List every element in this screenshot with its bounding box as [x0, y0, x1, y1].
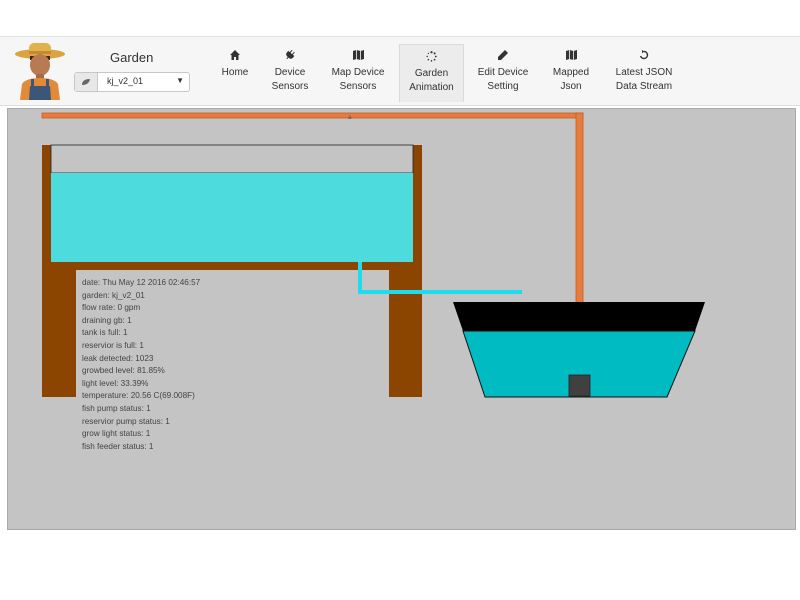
- status-line: date: Thu May 12 2016 02:46:57: [82, 278, 201, 287]
- growbed-right-leg: [413, 145, 422, 270]
- status-line: flow rate: 0 gpm: [82, 303, 141, 313]
- status-line: grow light status: 1: [82, 429, 151, 439]
- stand-right-leg: [389, 270, 422, 397]
- stand-left-leg: [42, 270, 76, 397]
- status-line: reservior is full: 1: [82, 340, 144, 350]
- status-line: fish feeder status: 1: [82, 441, 154, 451]
- tank-top: [453, 302, 705, 331]
- status-line: temperature: 20.56 C(69.008F): [82, 391, 195, 401]
- growbed-left-leg: [42, 145, 51, 270]
- growbed-bottom: [42, 262, 422, 270]
- status-readout: date: Thu May 12 2016 02:46:57 garden: k…: [82, 277, 200, 453]
- status-line: tank is full: 1: [82, 328, 128, 338]
- status-line: garden: kj_v2_01: [82, 290, 145, 300]
- status-line: draining gb: 1: [82, 315, 132, 325]
- growbed-water: [51, 173, 413, 262]
- status-line: growbed level: 81.85%: [82, 366, 165, 376]
- growbed-empty: [50, 144, 414, 174]
- status-line: leak detected: 1023: [82, 353, 154, 363]
- pump-icon: [568, 374, 591, 397]
- top-pipe: [41, 112, 584, 119]
- status-line: fish pump status: 1: [82, 403, 151, 413]
- status-line: reservior pump status: 1: [82, 416, 170, 426]
- status-line: light level: 33.39%: [82, 378, 149, 388]
